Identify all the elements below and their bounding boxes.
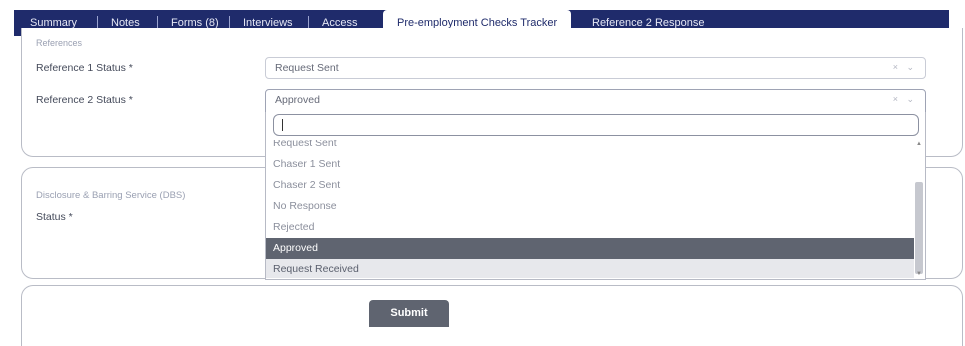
reference-2-status-label: Reference 2 Status * — [36, 94, 133, 106]
scroll-down-arrow-icon[interactable]: ▼ — [915, 270, 923, 278]
dbs-status-label: Status * — [36, 211, 73, 223]
reference-1-status-label: Reference 1 Status * — [36, 62, 133, 74]
dbs-section-title: Disclosure & Barring Service (DBS) — [36, 190, 186, 201]
option-chaser-1-sent[interactable]: Chaser 1 Sent — [266, 154, 914, 175]
reference-2-status-select[interactable]: Approved × ⌄ — [265, 89, 926, 113]
reference-2-status-dropdown: Request Sent Chaser 1 Sent Chaser 2 Sent… — [265, 112, 926, 280]
next-card — [21, 285, 963, 346]
text-caret — [282, 119, 283, 131]
option-request-sent[interactable]: Request Sent — [266, 140, 914, 154]
option-rejected[interactable]: Rejected — [266, 217, 914, 238]
option-chaser-2-sent[interactable]: Chaser 2 Sent — [266, 175, 914, 196]
scroll-up-arrow-icon[interactable]: ▲ — [915, 140, 923, 148]
option-approved[interactable]: Approved — [266, 238, 914, 259]
option-request-received[interactable]: Request Received — [266, 259, 914, 278]
option-no-response[interactable]: No Response — [266, 196, 914, 217]
dropdown-search-input[interactable] — [273, 114, 919, 136]
reference-1-status-select[interactable]: Request Sent × ⌄ — [265, 57, 926, 79]
references-section-title: References — [36, 38, 83, 48]
dropdown-scrollbar[interactable]: ▲ ▼ — [915, 140, 923, 278]
dropdown-options-list: Request Sent Chaser 1 Sent Chaser 2 Sent… — [266, 140, 914, 278]
scrollbar-thumb[interactable] — [915, 182, 923, 274]
clear-chevron-icon[interactable]: × ⌄ — [893, 62, 917, 73]
clear-chevron-icon[interactable]: × ⌄ — [893, 94, 917, 105]
reference-2-status-value: Approved — [275, 94, 320, 106]
reference-1-status-value: Request Sent — [275, 62, 339, 74]
submit-button[interactable]: Submit — [369, 300, 449, 327]
